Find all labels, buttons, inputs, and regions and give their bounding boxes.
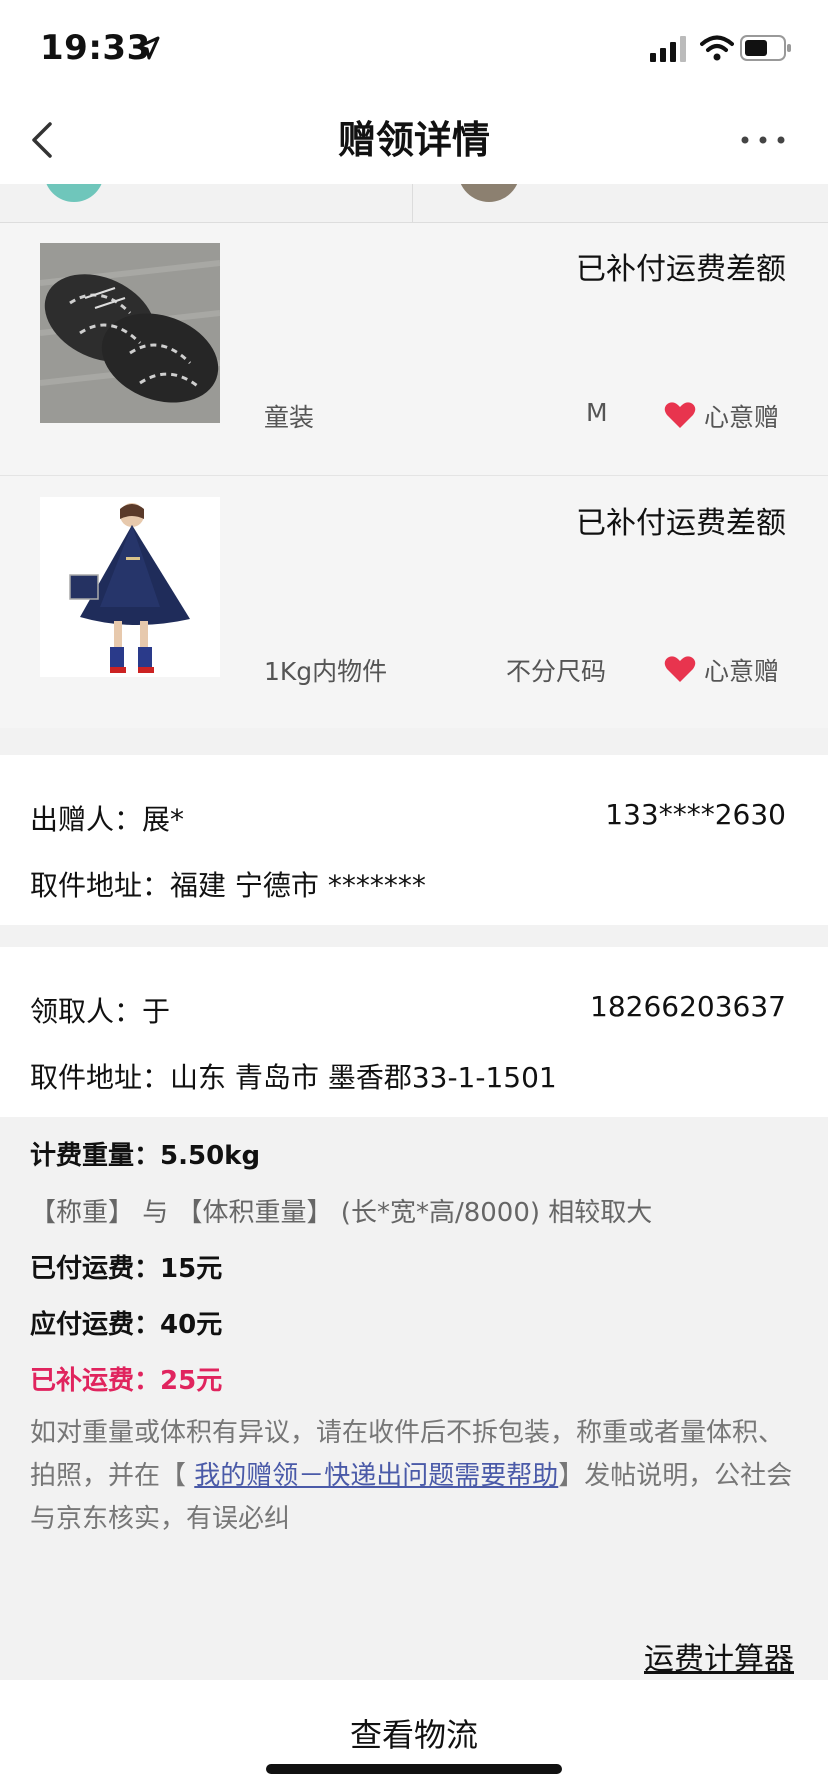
billing-weight-label: 计费重量： bbox=[30, 1141, 161, 1171]
sender-label: 出赠人： bbox=[30, 803, 143, 836]
receiver-address-row: 取件地址：山东 青岛市 墨香郡33-1-1501 bbox=[30, 1056, 557, 1096]
view-logistics-button[interactable]: 查看物流 bbox=[0, 1710, 828, 1756]
sender-row: 出赠人：展* bbox=[30, 798, 184, 838]
item-status: 已补付运费差额 bbox=[576, 252, 786, 287]
dispute-notice: 如对重量或体积有异议，请在收件后不拆包装，称重或者量体积、拍照，并在【 我的赠领… bbox=[30, 1412, 800, 1541]
receiver-phone[interactable]: 18266203637 bbox=[590, 990, 786, 1023]
receiver-row: 领取人：于 bbox=[30, 990, 170, 1030]
sender-address: 福建 宁德市 ******* bbox=[170, 869, 426, 902]
item-tag: 心意赠 bbox=[704, 657, 780, 686]
sender-phone[interactable]: 133****2630 bbox=[605, 798, 786, 831]
due-fee-value: 40元 bbox=[160, 1310, 223, 1340]
paid-fee-label: 已付运费： bbox=[30, 1254, 161, 1284]
cellular-signal-icon bbox=[650, 36, 686, 62]
location-arrow-icon bbox=[136, 36, 160, 60]
due-fee: 应付运费：40元 bbox=[30, 1304, 222, 1341]
heart-icon bbox=[664, 656, 696, 682]
billing-weight: 计费重量：5.50kg bbox=[30, 1135, 260, 1172]
column-divider bbox=[412, 184, 413, 222]
weight-rule-hint: 【称重】 与 【体积重量】 (长*宽*高/8000) 相较取大 bbox=[30, 1198, 653, 1228]
receiver-address-label: 取件地址： bbox=[30, 1061, 171, 1094]
receiver-name: 于 bbox=[142, 995, 171, 1028]
extra-fee-label: 已补运费： bbox=[30, 1366, 161, 1396]
battery-icon bbox=[740, 35, 791, 61]
participants-row bbox=[0, 184, 828, 222]
extra-fee: 已补运费：25元 bbox=[30, 1360, 222, 1397]
receiver-address: 山东 青岛市 墨香郡33-1-1501 bbox=[170, 1061, 557, 1094]
home-indicator bbox=[266, 1764, 562, 1774]
help-thread-link[interactable]: 我的赠领－快递出问题需要帮助 bbox=[194, 1461, 558, 1491]
sender-address-row: 取件地址：福建 宁德市 ******* bbox=[30, 864, 426, 904]
fee-calculator-link[interactable]: 运费计算器 bbox=[644, 1634, 794, 1678]
due-fee-label: 应付运费： bbox=[30, 1310, 161, 1340]
billing-weight-value: 5.50kg bbox=[160, 1141, 261, 1171]
extra-fee-value: 25元 bbox=[160, 1366, 223, 1396]
item-size: 不分尺码 bbox=[506, 657, 607, 686]
item-status: 已补付运费差额 bbox=[576, 506, 786, 541]
sender-address-label: 取件地址： bbox=[30, 869, 171, 902]
sender-name: 展* bbox=[142, 803, 185, 836]
nav-title: 赠领详情 bbox=[337, 118, 490, 162]
wifi-icon bbox=[700, 35, 734, 61]
item-size: M bbox=[586, 398, 608, 427]
paid-fee-value: 15元 bbox=[160, 1254, 223, 1284]
more-icon[interactable] bbox=[736, 120, 790, 160]
item-category: 童装 bbox=[264, 403, 315, 432]
heart-icon bbox=[664, 402, 696, 428]
item-photo-raincoat bbox=[40, 497, 220, 677]
item-tag: 心意赠 bbox=[704, 403, 780, 432]
paid-fee: 已付运费：15元 bbox=[30, 1248, 222, 1285]
receiver-label: 领取人： bbox=[30, 995, 143, 1028]
item-photo-shoes bbox=[40, 243, 220, 423]
item-category: 1Kg内物件 bbox=[264, 657, 388, 686]
